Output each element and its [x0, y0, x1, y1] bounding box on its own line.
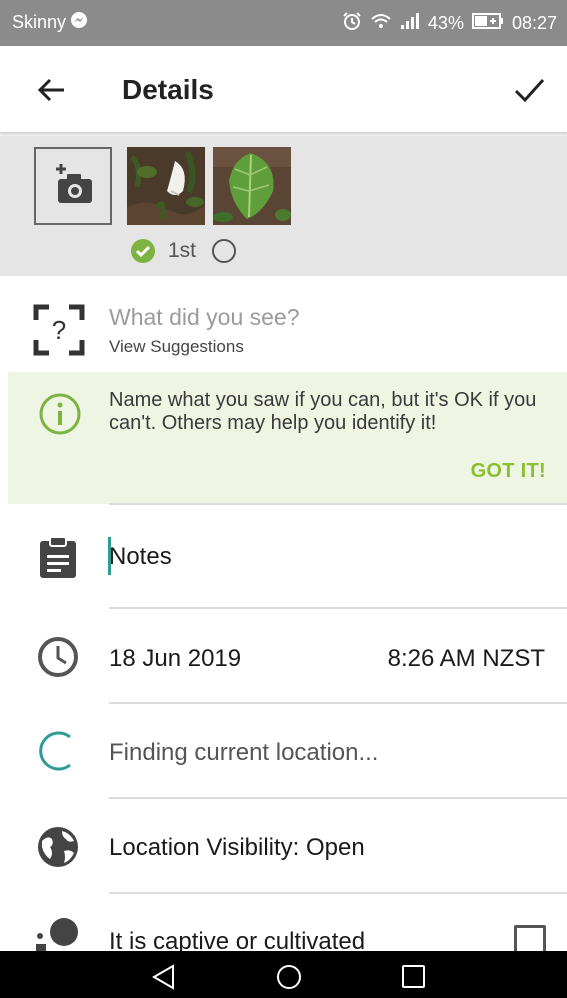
- carrier-group: Skinny: [12, 11, 88, 34]
- page-title: Details: [122, 74, 214, 105]
- photo-strip: 1st: [0, 136, 567, 276]
- tip-text: Name what you saw if you can, but it's O…: [109, 389, 537, 434]
- primary-photo-selector: 1st: [130, 238, 237, 264]
- photo-thumbnail[interactable]: [213, 147, 291, 225]
- navigation-bar: [0, 951, 567, 998]
- species-input[interactable]: What did you see?: [109, 304, 300, 331]
- observation-date[interactable]: 18 Jun 2019: [109, 645, 241, 673]
- loading-spinner-icon: [39, 731, 71, 771]
- location-row[interactable]: Finding current location...: [0, 704, 567, 798]
- help-question-icon: ?: [33, 304, 85, 356]
- location-status[interactable]: Finding current location...: [109, 739, 378, 767]
- battery-icon: [471, 13, 504, 34]
- messenger-icon: [70, 11, 88, 34]
- notes-row[interactable]: Notes: [0, 505, 567, 607]
- status-icons: 43% 08:27: [342, 11, 557, 36]
- arrow-left-icon: [37, 78, 64, 102]
- check-circle-icon[interactable]: [130, 238, 156, 264]
- save-button[interactable]: [507, 68, 551, 112]
- nav-back-icon[interactable]: [151, 964, 177, 990]
- view-suggestions-link[interactable]: View Suggestions: [109, 337, 244, 357]
- radio-button[interactable]: [212, 239, 237, 263]
- got-it-button[interactable]: GOT IT!: [471, 460, 546, 483]
- location-visibility[interactable]: Location Visibility: Open: [109, 834, 365, 862]
- visibility-row[interactable]: Location Visibility: Open: [0, 799, 567, 893]
- add-photo-camera-icon: [56, 164, 92, 203]
- app-bar: Details: [0, 46, 567, 134]
- info-icon: [39, 393, 81, 435]
- signal-icon: [400, 12, 420, 35]
- clipboard-icon: [40, 536, 76, 578]
- captive-icon: [36, 918, 78, 951]
- svg-text:?: ?: [52, 315, 66, 345]
- checkmark-icon: [514, 78, 545, 103]
- species-row[interactable]: ? What did you see? View Suggestions: [0, 276, 567, 372]
- carrier-name: Skinny: [12, 12, 67, 32]
- clock: 08:27: [511, 13, 557, 33]
- nav-recents-icon[interactable]: [401, 964, 427, 990]
- alarm-icon: [342, 11, 362, 36]
- nav-home-icon[interactable]: [276, 964, 302, 990]
- identification-tip: Name what you saw if you can, but it's O…: [8, 372, 567, 504]
- photo-thumbnail[interactable]: [127, 147, 205, 225]
- observation-time[interactable]: 8:26 AM NZST: [388, 645, 545, 673]
- first-photo-label: 1st: [168, 239, 197, 262]
- captive-label: It is captive or cultivated: [109, 928, 366, 951]
- wifi-icon: [370, 12, 392, 35]
- text-cursor: [108, 537, 111, 575]
- clock-icon: [38, 637, 78, 677]
- datetime-row[interactable]: 18 Jun 2019 8:26 AM NZST: [0, 609, 567, 703]
- status-bar: Skinny 43% 08:27: [0, 0, 567, 46]
- notes-input[interactable]: Notes: [109, 543, 172, 571]
- battery-percent: 43%: [427, 13, 464, 33]
- globe-icon: [38, 827, 78, 867]
- captive-row[interactable]: It is captive or cultivated: [0, 894, 567, 951]
- back-button[interactable]: [30, 68, 74, 112]
- add-photo-button[interactable]: [34, 147, 112, 225]
